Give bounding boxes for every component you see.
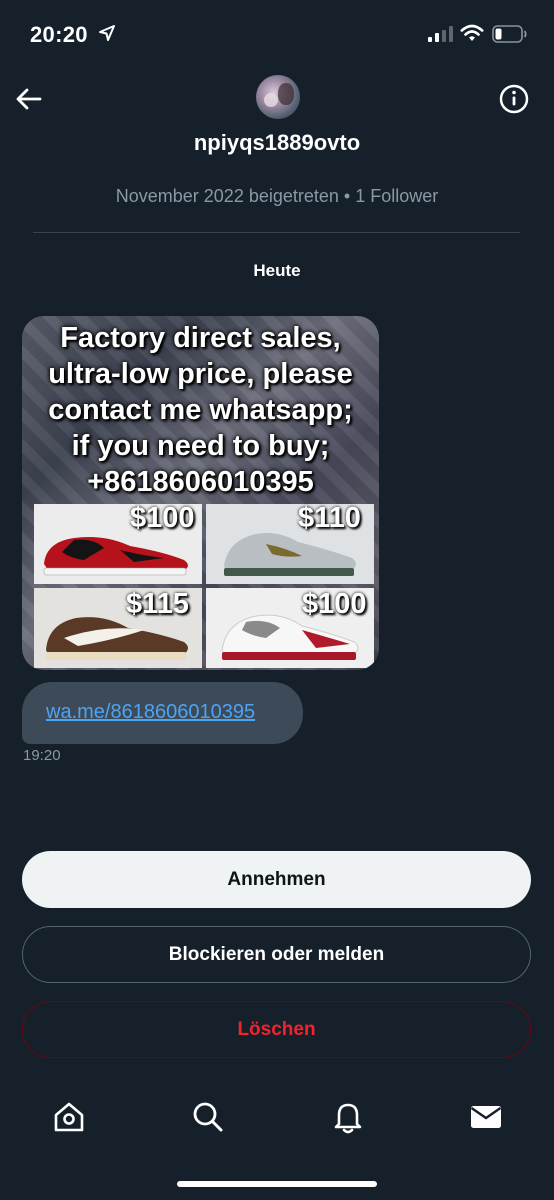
date-separator: Heute [253, 261, 301, 280]
location-arrow-icon [99, 25, 115, 41]
message-bubble: wa.me/8618606010395 [22, 682, 303, 744]
promo-line: +8618606010395 [87, 466, 314, 498]
back-arrow-icon[interactable] [14, 84, 44, 114]
tab-bar [0, 1090, 554, 1150]
price-label: $110 [298, 502, 361, 534]
wifi-icon [460, 24, 484, 41]
message-image[interactable]: Factory direct sales, ultra-low price, p… [22, 316, 379, 670]
accept-button[interactable]: Annehmen [22, 851, 531, 908]
price-label: $100 [130, 502, 195, 534]
avatar[interactable] [256, 75, 300, 119]
home-icon[interactable] [52, 1100, 86, 1134]
price-label: $100 [302, 588, 367, 620]
signal-icon [428, 26, 453, 42]
status-time: 20:20 [30, 22, 88, 47]
promo-line: contact me whatsapp; [48, 394, 353, 426]
home-indicator [177, 1181, 377, 1187]
divider [33, 232, 520, 233]
info-icon[interactable] [498, 83, 530, 115]
bell-icon[interactable] [331, 1100, 365, 1134]
message-timestamp: 19:20 [23, 747, 61, 764]
price-label: $115 [126, 588, 189, 620]
battery-icon [492, 25, 527, 43]
status-bar: 20:20 [0, 0, 554, 70]
promo-line: Factory direct sales, [60, 322, 341, 354]
profile-username[interactable]: npiyqs1889ovto [0, 130, 554, 156]
promo-text: Factory direct sales, ultra-low price, p… [22, 320, 379, 500]
profile-meta: November 2022 beigetreten • 1 Follower [115, 186, 439, 206]
promo-line: ultra-low price, please [48, 358, 353, 390]
promo-line: if you need to buy; [71, 430, 330, 462]
message-link[interactable]: wa.me/8618606010395 [46, 701, 255, 724]
block-or-report-button[interactable]: Blockieren oder melden [22, 926, 531, 983]
mail-icon[interactable] [469, 1100, 503, 1134]
delete-button[interactable]: Löschen [22, 1001, 531, 1058]
search-icon[interactable] [191, 1100, 225, 1134]
